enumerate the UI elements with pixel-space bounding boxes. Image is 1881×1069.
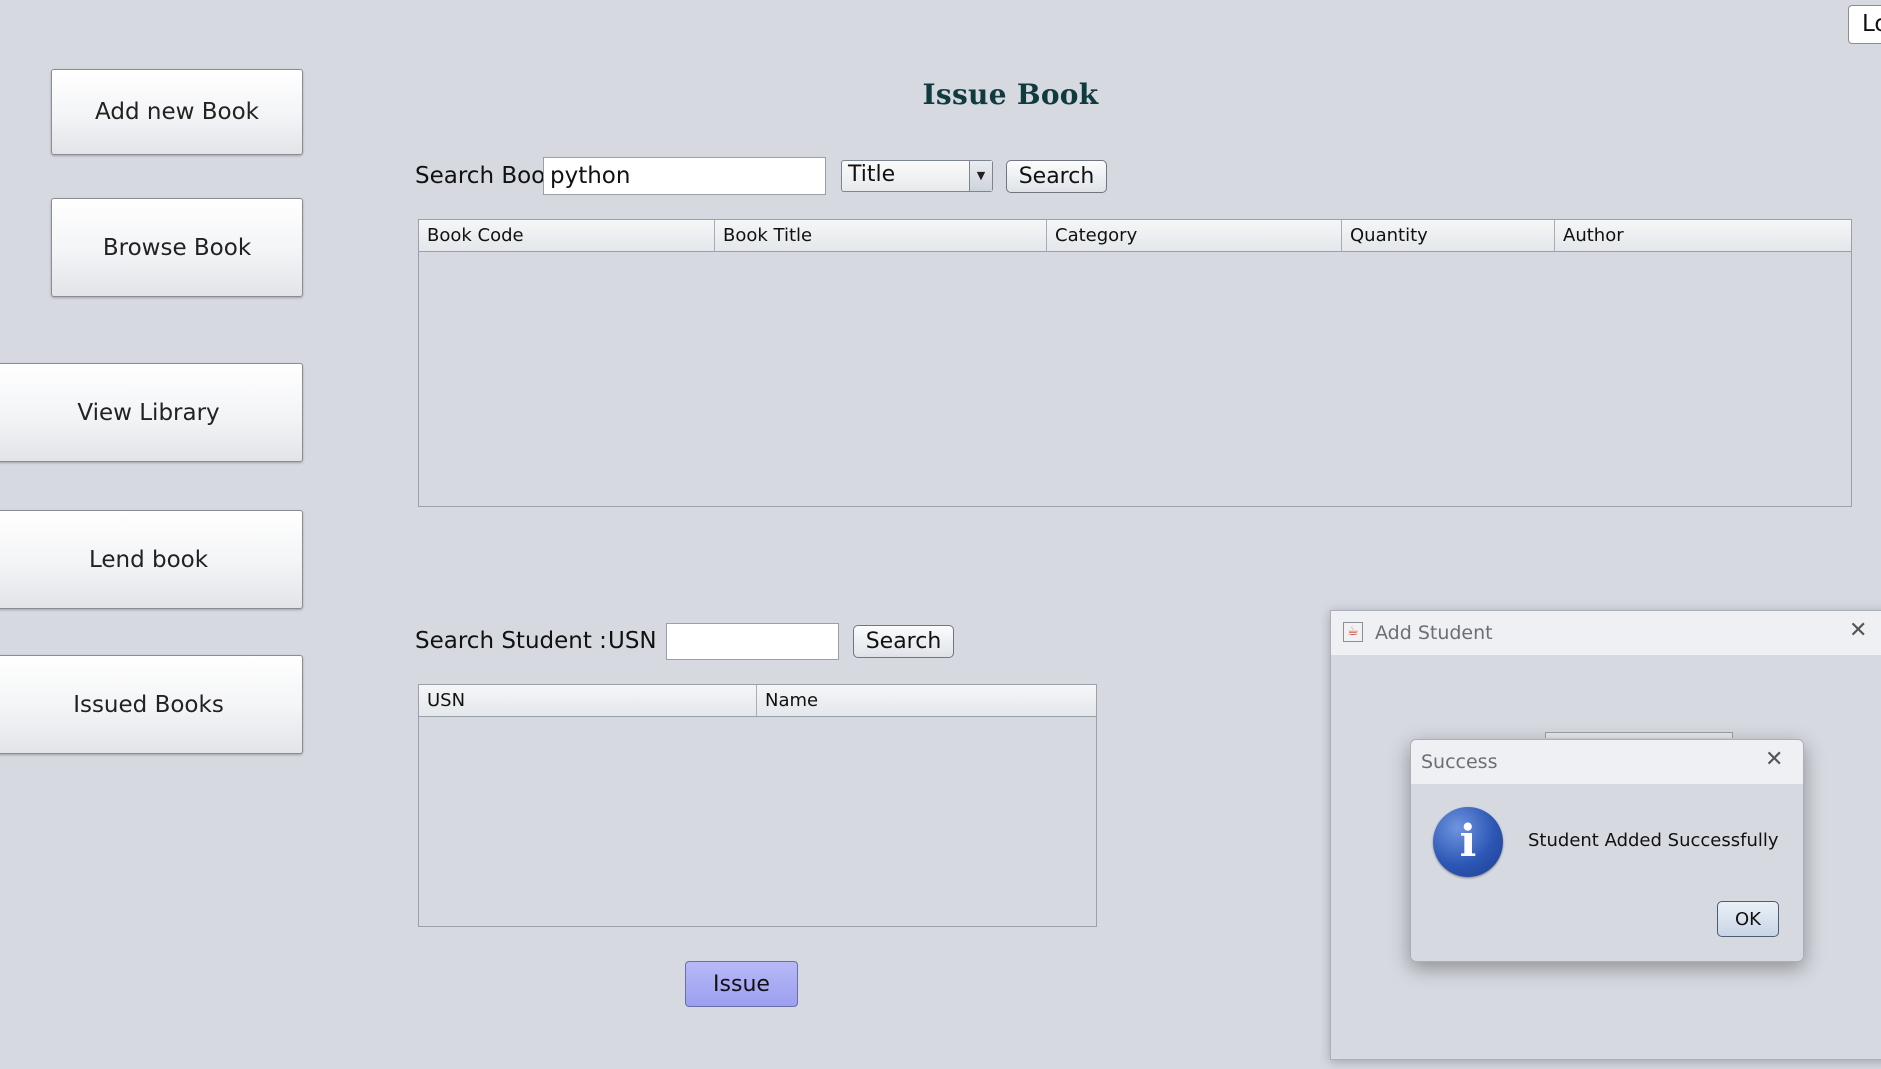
success-message: Student Added Successfully (1528, 830, 1779, 851)
book-table[interactable]: Book Code Book Title Category Quantity A… (418, 219, 1852, 507)
book-search-button[interactable]: Search (1006, 160, 1107, 193)
usn-label: USN (608, 628, 657, 654)
student-table-header: USN Name (419, 685, 1096, 717)
column-header-book-title[interactable]: Book Title (715, 220, 1047, 251)
info-icon: i (1433, 807, 1503, 877)
add-student-dialog-title: Add Student (1375, 622, 1493, 644)
book-search-input[interactable] (543, 157, 826, 195)
close-icon[interactable]: ✕ (1765, 747, 1783, 772)
column-header-book-code[interactable]: Book Code (419, 220, 715, 251)
search-book-label: Search Book (415, 163, 559, 189)
success-dialog-title: Success (1421, 751, 1498, 773)
logout-button[interactable]: Lo (1848, 5, 1881, 44)
hidden-field-edge (1545, 732, 1733, 738)
page-title: Issue Book (922, 78, 1099, 111)
column-header-usn[interactable]: USN (419, 685, 757, 716)
column-header-quantity[interactable]: Quantity (1342, 220, 1555, 251)
add-student-titlebar[interactable]: ☕ Add Student ✕ (1331, 611, 1881, 655)
success-dialog[interactable]: Success ✕ i Student Added Successfully O… (1410, 739, 1804, 962)
issue-button[interactable]: Issue (685, 961, 798, 1007)
student-search-button[interactable]: Search (853, 625, 954, 658)
browse-book-button[interactable]: Browse Book (51, 198, 303, 297)
book-table-header: Book Code Book Title Category Quantity A… (419, 220, 1851, 252)
usn-search-input[interactable] (666, 623, 839, 660)
close-icon[interactable]: ✕ (1849, 618, 1867, 643)
column-header-author[interactable]: Author (1555, 220, 1851, 251)
student-table[interactable]: USN Name (418, 684, 1097, 927)
success-titlebar[interactable]: Success ✕ (1411, 740, 1803, 784)
column-header-name[interactable]: Name (757, 685, 1096, 716)
view-library-button[interactable]: View Library (0, 363, 303, 462)
chevron-down-icon[interactable]: ▼ (969, 161, 992, 191)
search-filter-select[interactable]: Title ▼ (841, 160, 993, 192)
search-student-label: Search Student : (415, 628, 607, 654)
column-header-category[interactable]: Category (1047, 220, 1342, 251)
java-icon: ☕ (1343, 622, 1363, 642)
lend-book-button[interactable]: Lend book (0, 510, 303, 609)
search-filter-value: Title (848, 162, 896, 187)
issued-books-button[interactable]: Issued Books (0, 655, 303, 754)
ok-button[interactable]: OK (1717, 901, 1779, 937)
